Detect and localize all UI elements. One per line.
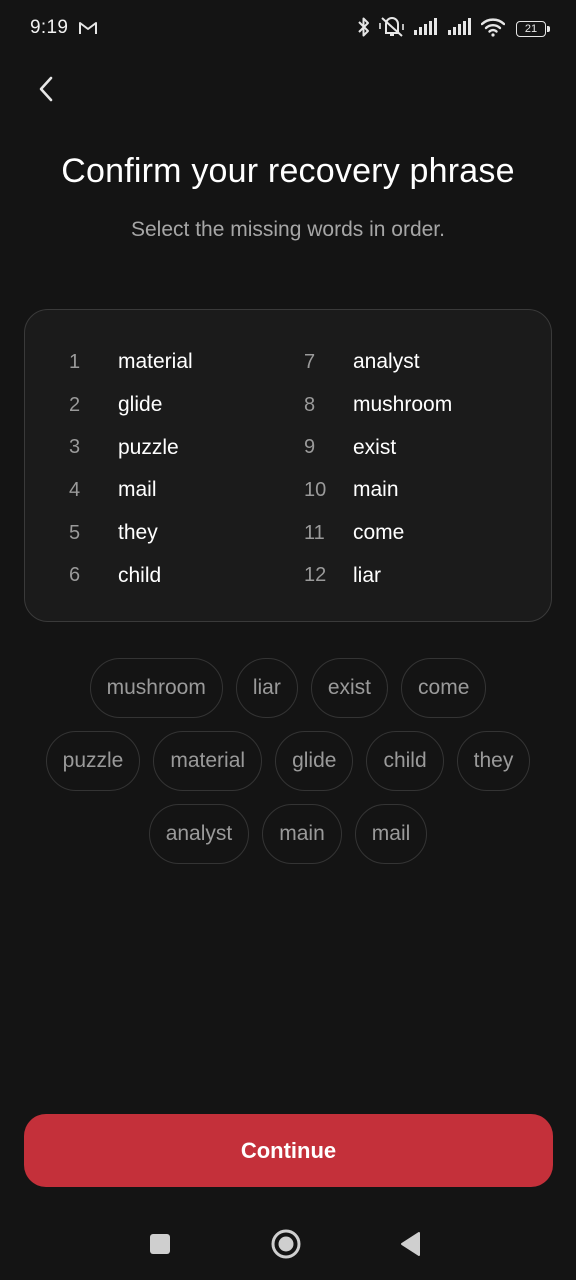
recent-apps-button[interactable] <box>140 1226 180 1266</box>
phrase-number: 11 <box>304 521 325 544</box>
phrase-number: 3 <box>69 436 81 459</box>
phrase-word: come <box>353 521 405 545</box>
bluetooth-icon <box>357 16 371 43</box>
wifi-icon <box>480 17 506 42</box>
phrase-row: 5 they <box>69 512 193 555</box>
word-chip-exist[interactable]: exist <box>310 658 389 718</box>
phrase-number: 12 <box>304 564 327 587</box>
phrase-word: material <box>118 350 193 374</box>
recent-apps-icon <box>149 1233 171 1260</box>
word-chip-they[interactable]: they <box>456 731 531 791</box>
word-chip-analyst[interactable]: analyst <box>148 804 250 864</box>
word-choice-row: mushroom liar exist come <box>0 658 576 718</box>
word-chip-mushroom[interactable]: mushroom <box>89 658 223 718</box>
signal-icon <box>447 17 473 41</box>
word-choice-row: analyst main mail <box>0 804 576 864</box>
phrase-number: 1 <box>69 350 81 373</box>
word-choices: mushroom liar exist come puzzle material… <box>0 658 576 877</box>
back-triangle-icon <box>399 1231 421 1262</box>
phrase-word: analyst <box>353 350 420 374</box>
phrase-row: 1 material <box>69 341 193 384</box>
word-chip-glide[interactable]: glide <box>275 731 354 791</box>
phrase-number: 10 <box>304 478 327 501</box>
word-chip-puzzle[interactable]: puzzle <box>45 731 141 791</box>
phrase-column-left: 1 material 2 glide 3 puzzle 4 mail 5 the… <box>69 341 193 597</box>
phrase-row: 4 mail <box>69 469 193 512</box>
phrase-word: child <box>118 563 162 587</box>
chevron-left-icon <box>37 76 55 107</box>
phrase-row: 6 child <box>69 554 193 597</box>
phrase-number: 8 <box>304 393 316 416</box>
page-title: Confirm your recovery phrase <box>61 152 515 190</box>
word-chip-material[interactable]: material <box>153 731 263 791</box>
system-back-button[interactable] <box>390 1226 430 1266</box>
status-time: 9:19 <box>30 17 69 38</box>
phrase-number: 7 <box>304 350 316 373</box>
battery-icon: 21 <box>516 21 550 37</box>
phrase-word: exist <box>353 435 397 459</box>
back-button[interactable] <box>26 70 66 112</box>
recovery-phrase-card: 1 material 2 glide 3 puzzle 4 mail 5 the… <box>24 309 552 622</box>
vibrate-off-icon <box>379 16 405 43</box>
page-subtitle: Select the missing words in order. <box>131 218 445 241</box>
phrase-row: 2 glide <box>69 384 193 427</box>
phrase-row: 8 mushroom <box>304 384 452 427</box>
phrase-word: mail <box>118 478 157 502</box>
phrase-column-right: 7 analyst 8 mushroom 9 exist 10 main 11 … <box>304 341 452 597</box>
phrase-word: mushroom <box>353 393 453 417</box>
status-icons: 21 <box>357 16 550 43</box>
status-bar: 9:19 21 <box>0 0 576 58</box>
phrase-word: glide <box>118 393 163 417</box>
word-chip-come[interactable]: come <box>401 658 487 718</box>
word-chip-liar[interactable]: liar <box>235 658 298 718</box>
phrase-row: 11 come <box>304 512 452 555</box>
phrase-number: 2 <box>69 393 81 416</box>
phrase-row: 7 analyst <box>304 341 452 384</box>
word-choice-row: puzzle material glide child they <box>0 731 576 791</box>
navigation-bar <box>0 1212 576 1280</box>
phrase-row: 3 puzzle <box>69 426 193 469</box>
phrase-row: 10 main <box>304 469 452 512</box>
word-chip-main[interactable]: main <box>262 804 342 864</box>
home-button[interactable] <box>266 1226 306 1266</box>
word-chip-mail[interactable]: mail <box>354 804 428 864</box>
continue-button[interactable]: Continue <box>24 1114 553 1187</box>
phrase-row: 12 liar <box>304 554 452 597</box>
word-chip-child[interactable]: child <box>366 731 444 791</box>
signal-icon <box>413 17 439 41</box>
phrase-number: 6 <box>69 564 81 587</box>
phrase-word: puzzle <box>118 435 179 459</box>
phrase-word: main <box>353 478 399 502</box>
home-icon <box>270 1228 302 1265</box>
phrase-row: 9 exist <box>304 426 452 469</box>
phrase-word: they <box>118 521 158 545</box>
phrase-number: 9 <box>304 436 316 459</box>
phrase-number: 4 <box>69 478 81 501</box>
phrase-number: 5 <box>69 521 81 544</box>
phrase-word: liar <box>353 563 382 587</box>
gmail-icon <box>78 20 98 41</box>
